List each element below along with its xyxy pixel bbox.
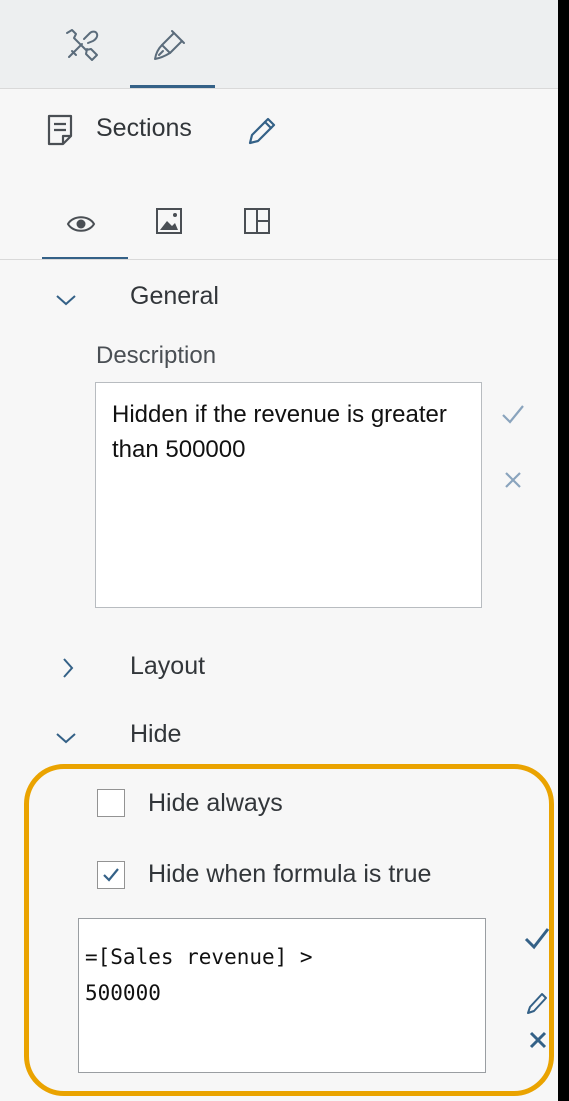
group-general-label[interactable]: General (130, 282, 219, 311)
hide-always-label[interactable]: Hide always (148, 789, 283, 818)
pencil-icon[interactable] (525, 990, 549, 1016)
chevron-down-icon[interactable] (55, 292, 77, 308)
group-layout-label[interactable]: Layout (130, 652, 205, 681)
hide-formula-checkbox[interactable] (97, 861, 125, 889)
check-icon[interactable] (523, 926, 551, 950)
group-hide-label[interactable]: Hide (130, 720, 181, 749)
formula-field[interactable]: =[Sales revenue] > 500000 (78, 918, 486, 1073)
tools-icon[interactable] (64, 27, 100, 63)
chevron-down-icon[interactable] (55, 730, 77, 746)
chevron-right-icon[interactable] (60, 657, 76, 679)
hide-always-checkbox[interactable] (97, 789, 125, 817)
paintbrush-icon[interactable] (152, 27, 188, 63)
eye-icon[interactable] (66, 212, 96, 236)
toolbar-tab-indicator (130, 85, 215, 88)
close-icon[interactable] (503, 470, 523, 490)
checkmark-icon (103, 868, 119, 882)
check-icon[interactable] (500, 403, 526, 425)
description-field[interactable]: Hidden if the revenue is greater than 50… (95, 382, 482, 608)
page-title: Sections (96, 114, 192, 142)
image-icon[interactable] (155, 207, 183, 235)
toolbar-divider (0, 88, 558, 89)
document-icon (47, 114, 73, 146)
subtab-divider (0, 259, 558, 260)
layout-grid-icon[interactable] (243, 207, 271, 235)
side-panel: Sections General Description Hidden if t… (0, 0, 558, 1101)
pencil-icon[interactable] (246, 115, 278, 147)
close-icon[interactable] (528, 1030, 548, 1050)
description-label: Description (96, 342, 217, 369)
hide-formula-label[interactable]: Hide when formula is true (148, 860, 431, 889)
